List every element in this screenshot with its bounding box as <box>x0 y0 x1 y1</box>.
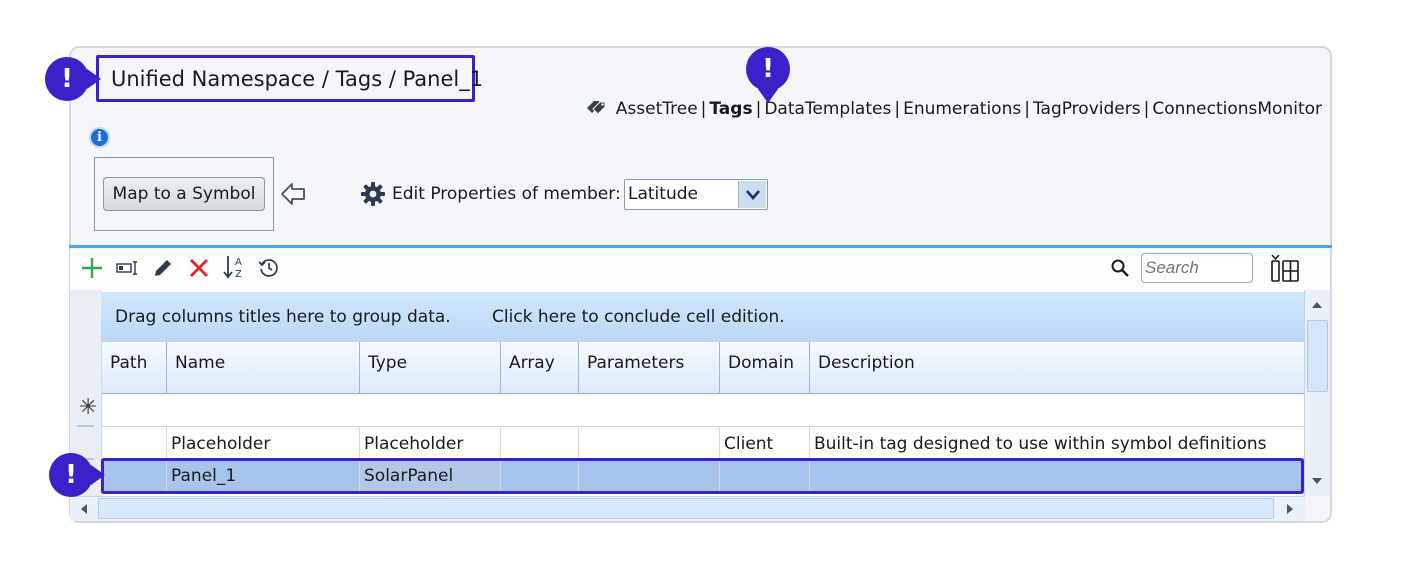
table-cell-type[interactable]: Placeholder <box>360 427 501 459</box>
new-row[interactable] <box>102 394 1304 427</box>
column-header-parameters[interactable]: Parameters <box>579 342 720 394</box>
breadcrumb: Unified Namespace / Tags / Panel_1 <box>111 67 484 91</box>
member-select-value: Latitude <box>628 184 698 204</box>
table-cell-domain[interactable] <box>720 459 810 494</box>
section-divider <box>69 245 1332 248</box>
chevron-down-icon[interactable] <box>738 181 766 208</box>
group-by-bar[interactable]: Drag columns titles here to group data. … <box>101 292 1304 342</box>
nav-connections-monitor[interactable]: ConnectionsMonitor <box>1152 99 1322 119</box>
column-header-name[interactable]: Name <box>167 342 360 394</box>
table-cell-path[interactable] <box>102 459 167 494</box>
nav-separator: | <box>1024 99 1030 119</box>
table-cell-description[interactable]: Built-in tag designed to use within symb… <box>810 427 1304 459</box>
sort-icon[interactable]: A Z <box>222 254 246 280</box>
nav-separator: | <box>700 99 707 119</box>
table-cell-path[interactable] <box>102 427 167 459</box>
nav-separator: | <box>894 99 901 119</box>
svg-text:A: A <box>235 257 242 268</box>
columns-icon[interactable] <box>1269 253 1301 283</box>
nav-tags[interactable]: Tags <box>709 99 752 119</box>
nav-separator: | <box>1143 99 1150 119</box>
table-cell-name[interactable]: Panel_1 <box>167 459 360 494</box>
callout-marker-nav: ! <box>746 47 790 103</box>
column-header-description[interactable]: Description <box>810 342 1304 394</box>
gear-icon <box>361 182 385 206</box>
vertical-scroll-thumb[interactable] <box>1307 320 1328 392</box>
scroll-left-icon[interactable] <box>72 497 96 521</box>
scroll-down-icon[interactable] <box>1305 469 1329 493</box>
search-input[interactable] <box>1141 253 1253 283</box>
new-row-icon[interactable]: ✳ <box>79 395 97 420</box>
breadcrumb-highlight: Unified Namespace / Tags / Panel_1 <box>96 55 483 102</box>
nav-enumerations[interactable]: Enumerations <box>903 99 1021 119</box>
member-select[interactable]: Latitude <box>624 179 768 210</box>
nav-tag-providers[interactable]: TagProviders <box>1033 99 1141 119</box>
column-header-domain[interactable]: Domain <box>720 342 810 394</box>
callout-marker-title: ! <box>45 57 101 101</box>
svg-text:Z: Z <box>235 269 242 280</box>
column-header-array[interactable]: Array <box>501 342 579 394</box>
rename-icon[interactable] <box>116 260 140 276</box>
column-header-path[interactable]: Path <box>102 342 167 394</box>
callout-marker-row: ! <box>49 453 105 497</box>
horizontal-scroll-thumb[interactable] <box>98 498 1274 519</box>
gutter-separator <box>77 425 94 427</box>
tags-icon <box>586 101 606 115</box>
table-cell-type[interactable]: SolarPanel <box>360 459 501 494</box>
arrow-left-icon <box>281 183 305 205</box>
group-hint: Drag columns titles here to group data. <box>115 307 451 327</box>
column-header-type[interactable]: Type <box>360 342 501 394</box>
nav-asset-tree[interactable]: AssetTree <box>616 99 698 119</box>
edit-icon[interactable] <box>152 257 174 279</box>
table-cell-parameters[interactable] <box>579 459 720 494</box>
info-icon[interactable]: i <box>89 127 110 148</box>
scroll-up-icon[interactable] <box>1305 293 1329 317</box>
edit-properties-label: Edit Properties of member: <box>392 184 621 204</box>
table-cell-name[interactable]: Placeholder <box>167 427 360 459</box>
top-navigation: AssetTree | Tags | DataTemplates | Enumeration… <box>586 99 1322 119</box>
table-cell-description[interactable] <box>810 459 1304 494</box>
conclude-edit-hint[interactable]: Click here to conclude cell edition. <box>492 307 785 327</box>
nav-data-templates[interactable]: DataTemplates <box>764 99 891 119</box>
table-cell-array[interactable] <box>501 427 579 459</box>
table-cell-domain[interactable]: Client <box>720 427 810 459</box>
table-cell-array[interactable] <box>501 459 579 494</box>
scroll-right-icon[interactable] <box>1278 497 1302 521</box>
add-icon[interactable] <box>81 257 103 279</box>
history-icon[interactable] <box>258 257 280 279</box>
delete-icon[interactable] <box>188 257 210 279</box>
map-to-symbol-button[interactable]: Map to a Symbol <box>103 177 265 211</box>
table-cell-parameters[interactable] <box>579 427 720 459</box>
search-icon <box>1111 259 1129 277</box>
